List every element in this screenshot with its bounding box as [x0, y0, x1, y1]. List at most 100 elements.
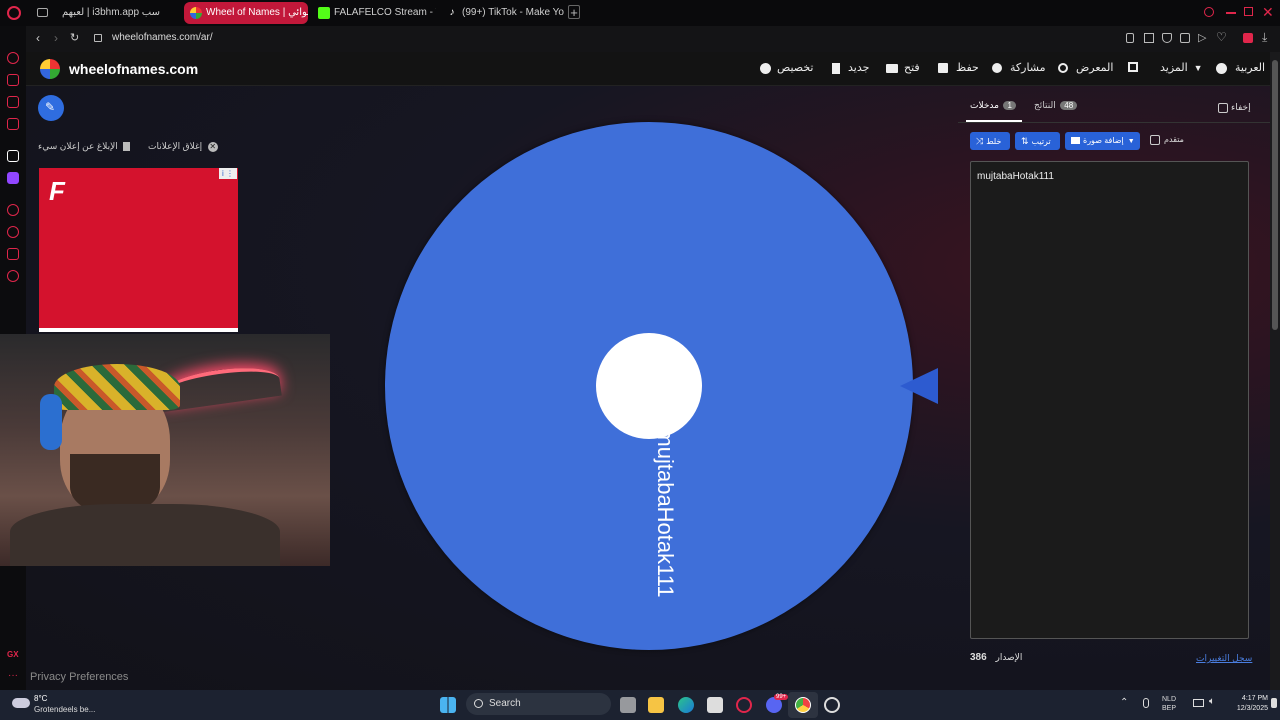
file-explorer-icon[interactable]	[648, 697, 664, 713]
shield-icon[interactable]	[1162, 33, 1172, 43]
messenger-icon[interactable]	[7, 96, 19, 108]
tab-i3bhm[interactable]: لعبهم | i3bhm.app سب	[56, 2, 180, 24]
taskbar-search-placeholder: Search	[489, 698, 521, 709]
ad-banner[interactable]: F i ⋮	[39, 168, 238, 332]
close-ads-label: إغلاق الإعلانات	[148, 141, 203, 151]
active-app-indicator	[788, 692, 818, 718]
fullscreen-button[interactable]	[1128, 61, 1138, 73]
settings-icon[interactable]	[7, 270, 19, 282]
url-field[interactable]: wheelofnames.com/ar/	[112, 32, 213, 43]
person-hoodie	[10, 504, 280, 566]
microphone-icon[interactable]	[1143, 698, 1149, 708]
clock[interactable]: 4:17 PM 12/3/2025	[1228, 694, 1268, 714]
search-icon	[1058, 63, 1068, 74]
tiktok-favicon-icon: ♪	[449, 7, 455, 18]
shuffle-button[interactable]: ⤨ خلط	[970, 132, 1010, 150]
tab-falafelco[interactable]: FALAFELCO Stream - Wa	[312, 2, 436, 24]
chevron-down-icon: ▼	[1193, 63, 1203, 73]
more-label: المزيد	[1160, 62, 1188, 74]
url-text: wheelofnames.com/ar/	[112, 32, 213, 43]
advanced-toggle[interactable]: متقدم	[1150, 135, 1184, 145]
language-indicator[interactable]: NLD BEP	[1162, 695, 1176, 713]
camera-icon[interactable]	[1180, 33, 1190, 43]
open-button[interactable]: فتح	[886, 61, 920, 74]
site-header: wheelofnames.com تخصيص جديد فتح حفظ مشار…	[26, 52, 1270, 86]
more-dropdown[interactable]: المزيد ▼	[1160, 61, 1203, 74]
speaker-icon[interactable]: 🔈︎	[1209, 696, 1215, 707]
customize-button[interactable]: تخصيص	[760, 61, 814, 74]
history-icon[interactable]	[7, 226, 19, 238]
more-sidebar-icon[interactable]: ···	[8, 670, 18, 681]
play-icon[interactable]: ▷	[1198, 31, 1206, 44]
chevron-up-icon[interactable]: ⌃	[1120, 697, 1128, 708]
new-button[interactable]: جديد	[832, 61, 869, 74]
task-view-icon[interactable]	[620, 697, 636, 713]
notification-badge: 99+	[774, 694, 789, 700]
results-count-badge: 48	[1060, 101, 1078, 110]
store-icon[interactable]	[707, 697, 723, 713]
person-cap	[54, 364, 180, 410]
steam-icon[interactable]	[824, 697, 840, 713]
heart-icon[interactable]: ♡	[1216, 30, 1227, 44]
entries-textarea[interactable]: mujtabaHotak111	[970, 161, 1249, 639]
forward-icon[interactable]: ›	[54, 31, 58, 45]
tab-results-label: النتائج	[1034, 100, 1056, 110]
reload-icon[interactable]: ↻	[70, 31, 79, 44]
gx-icon[interactable]: GX	[7, 650, 19, 659]
maximize-icon[interactable]	[1244, 7, 1253, 16]
monitor-icon[interactable]	[1193, 699, 1204, 707]
advanced-checkbox[interactable]	[1150, 135, 1160, 145]
chat-icon[interactable]	[7, 248, 19, 260]
add-image-dropdown[interactable]: إضافة صورة ▼	[1065, 132, 1140, 150]
back-icon[interactable]: ‹	[36, 31, 40, 45]
windows-start-icon[interactable]	[440, 697, 456, 713]
share-button[interactable]: مشاركة	[992, 61, 1046, 74]
hide-toggle[interactable]: إخفاء	[1218, 102, 1251, 113]
sort-button[interactable]: ⇅ ترتيب	[1015, 132, 1060, 150]
download-icon[interactable]: ⤓	[1262, 30, 1267, 45]
hide-checkbox[interactable]	[1218, 102, 1228, 113]
pin-icon[interactable]	[1126, 33, 1134, 43]
tab-tiktok[interactable]: ♪ (99+) TikTok - Make Your	[440, 2, 565, 24]
gallery-button[interactable]: المعرض	[1058, 61, 1113, 74]
opera-logo-icon[interactable]	[7, 6, 21, 20]
site-logo-text[interactable]: wheelofnames.com	[69, 61, 198, 77]
wheel-logo-icon[interactable]	[40, 59, 60, 79]
language-selector[interactable]: العربية	[1216, 61, 1265, 74]
screenshot-icon[interactable]	[1144, 33, 1154, 43]
close-ads-button[interactable]: إغلاق الإعلانات ✕	[148, 141, 218, 152]
extension-icon[interactable]	[1243, 33, 1253, 43]
entries-count-badge: 1	[1003, 101, 1016, 110]
tab-entries[interactable]: مدخلات 1	[966, 100, 1022, 122]
speed-dial-icon[interactable]	[7, 52, 19, 64]
bookmarks-icon[interactable]	[7, 118, 19, 130]
workspaces-icon[interactable]	[37, 8, 48, 17]
shopping-icon[interactable]	[7, 74, 19, 86]
minimize-icon[interactable]	[1226, 12, 1236, 14]
report-ad-button[interactable]: الإبلاغ عن إعلان سيء	[38, 141, 131, 152]
wheel[interactable]: mujtabaHotak111	[385, 122, 913, 650]
twitch-icon[interactable]	[7, 172, 19, 184]
tab-wheel-of-names[interactable]: Wheel of Names | عشوائي	[184, 2, 308, 24]
save-button[interactable]: حفظ	[938, 61, 979, 74]
wheel-center[interactable]	[596, 333, 702, 439]
player-icon[interactable]	[7, 204, 19, 216]
new-tab-button[interactable]: +	[568, 5, 580, 20]
notifications-icon[interactable]	[1271, 698, 1277, 708]
search-tabs-icon[interactable]	[1204, 7, 1214, 17]
shuffle-label: خلط	[986, 137, 1002, 146]
ad-info-icon[interactable]: i ⋮	[219, 168, 237, 179]
taskbar-search-box[interactable]: Search	[466, 693, 611, 715]
close-window-icon[interactable]: ✕	[1262, 4, 1274, 21]
scrollbar-thumb[interactable]	[1272, 60, 1278, 330]
ad-logo: F	[49, 176, 65, 206]
clock-date: 12/3/2025	[1236, 705, 1268, 712]
changelog-link[interactable]: سجل التغييرات	[1196, 653, 1252, 664]
opera-gx-icon[interactable]	[736, 697, 752, 713]
edit-button[interactable]: ✎	[38, 95, 64, 121]
privacy-preferences-link[interactable]: Privacy Preferences	[30, 671, 128, 683]
kick-sidebar-icon[interactable]	[7, 150, 19, 162]
tab-label: FALAFELCO Stream - Wa	[334, 7, 436, 18]
tab-results[interactable]: النتائج 48	[1034, 100, 1078, 111]
edge-icon[interactable]	[678, 697, 694, 713]
